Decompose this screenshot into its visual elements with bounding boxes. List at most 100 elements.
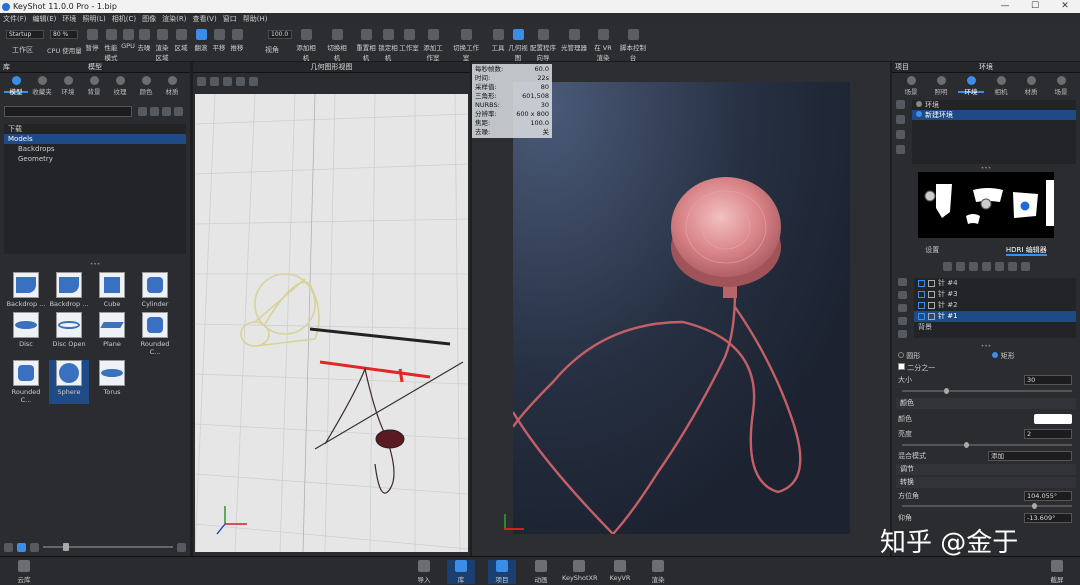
library-tab-5[interactable]: 颜色	[134, 75, 158, 96]
render-region-button[interactable]: 渲染区域	[153, 29, 171, 62]
minimize-button[interactable]: —	[990, 0, 1020, 13]
switch-studio-button[interactable]: 切换工作室	[453, 29, 479, 62]
project-tab-5[interactable]: 场景	[1048, 75, 1074, 96]
tab-settings[interactable]: 设置	[925, 244, 939, 256]
menu-item-1[interactable]: 编辑(E)	[33, 13, 57, 25]
model-thumbnail[interactable]: Disc	[6, 312, 46, 356]
hdri-preview[interactable]	[918, 172, 1054, 238]
pin-item[interactable]: 针 #1	[914, 311, 1076, 322]
camera-icon[interactable]	[210, 77, 219, 86]
add-pin-icon[interactable]	[942, 262, 952, 271]
pin-solo-checkbox[interactable]	[928, 301, 935, 309]
cloud-library-button[interactable]: 云库	[10, 560, 38, 584]
menu-item-8[interactable]: 窗口	[223, 13, 237, 25]
library-search-input[interactable]	[4, 106, 132, 117]
studio-button[interactable]: 工作室	[398, 29, 420, 59]
project-tab-1[interactable]: 照明	[928, 75, 954, 96]
library-tab-1[interactable]: 收藏夹	[30, 75, 54, 96]
library-tab-4[interactable]: 纹理	[108, 75, 132, 96]
refresh-icon[interactable]	[162, 107, 171, 116]
pin-solo-checkbox[interactable]	[928, 290, 935, 298]
pan-button[interactable]: 平移	[211, 29, 227, 59]
vr-render-button[interactable]: 在 VR 渲染	[592, 29, 614, 62]
tree-item[interactable]: Geometry	[4, 154, 186, 164]
config-wizard-button[interactable]: 配置程序向导	[529, 29, 557, 62]
size-input[interactable]: 30	[1024, 375, 1072, 385]
gradient-icon[interactable]	[955, 262, 965, 271]
folder-open-icon[interactable]	[177, 542, 186, 552]
maximize-button[interactable]: ☐	[1020, 0, 1050, 13]
save-icon[interactable]	[1007, 262, 1017, 271]
model-thumbnail[interactable]: Cube	[92, 272, 132, 308]
menu-item-3[interactable]: 照明(L)	[82, 13, 105, 25]
model-thumbnail[interactable]: Backdrop ...	[6, 272, 46, 308]
move-up-icon[interactable]	[898, 291, 907, 299]
edit-icon[interactable]	[994, 262, 1004, 271]
region-button[interactable]: 区域	[173, 29, 189, 59]
fov-input[interactable]: 100.0	[268, 30, 292, 39]
environment-item[interactable]: 环境	[912, 100, 1076, 110]
half-checkbox[interactable]	[898, 363, 905, 370]
menu-item-4[interactable]: 相机(C)	[112, 13, 136, 25]
thumbnail-size-slider[interactable]	[43, 543, 173, 551]
tab-hdri-editor[interactable]: HDRI 编辑器	[1005, 244, 1047, 256]
pause-button[interactable]: 暂停	[84, 29, 100, 59]
model-thumbnail[interactable]: Backdrop ...	[49, 272, 89, 308]
delete-icon[interactable]	[898, 278, 907, 286]
switch-camera-button[interactable]: 切换相机	[326, 29, 348, 62]
library-tab-6[interactable]: 材质	[160, 75, 184, 96]
denoise-button[interactable]: 去噪	[136, 29, 152, 59]
export-icon[interactable]	[1020, 262, 1030, 271]
tree-item[interactable]: 下载	[4, 124, 186, 134]
dolly-button[interactable]: 推移	[229, 29, 245, 59]
library-tab-0[interactable]: 模型	[4, 75, 28, 96]
keyshotxr-button[interactable]: KeyShotXR	[562, 560, 598, 584]
tree-item[interactable]: Backdrops	[4, 144, 186, 154]
project-button[interactable]: 项目	[488, 560, 516, 584]
workspace-select[interactable]: Startup	[6, 30, 44, 39]
environment-item[interactable]: 新建环境	[912, 110, 1076, 120]
lock-camera-button[interactable]: 锁定相机	[378, 29, 398, 62]
geometry-viewport[interactable]	[195, 94, 468, 552]
render-viewport[interactable]	[513, 82, 850, 534]
menu-item-5[interactable]: 图像	[142, 13, 156, 25]
rect-radio[interactable]	[992, 352, 999, 358]
model-thumbnail[interactable]: Disc Open	[49, 312, 89, 356]
model-thumbnail[interactable]: Rounded C...	[6, 360, 46, 404]
menu-item-2[interactable]: 环境	[62, 13, 76, 25]
menu-item-9[interactable]: 帮助(H)	[243, 13, 268, 25]
menu-item-6[interactable]: 渲染(R)	[162, 13, 186, 25]
move-down-icon[interactable]	[898, 304, 907, 312]
library-tab-3[interactable]: 背景	[82, 75, 106, 96]
pin-visible-checkbox[interactable]	[918, 279, 925, 287]
screenshot-button[interactable]: 截屏	[1043, 560, 1071, 584]
delete-icon[interactable]	[896, 145, 905, 154]
pin-visible-checkbox[interactable]	[918, 290, 925, 298]
splitter-handle[interactable]: •••	[0, 262, 190, 268]
copy-icon[interactable]	[896, 130, 905, 139]
menu-item-7[interactable]: 查看(V)	[192, 13, 216, 25]
image-icon[interactable]	[968, 262, 978, 271]
project-tab-4[interactable]: 材质	[1018, 75, 1044, 96]
transform-section-header[interactable]: 转换	[896, 477, 1076, 488]
add-camera-button[interactable]: 添加相机	[296, 29, 316, 62]
reset-camera-button[interactable]: 重置相机	[356, 29, 376, 62]
render-button[interactable]: 渲染	[644, 560, 672, 584]
circle-radio[interactable]	[898, 352, 904, 358]
library-tab-2[interactable]: 环境	[56, 75, 80, 96]
pin-item[interactable]: 针 #4	[914, 278, 1076, 289]
tumble-button[interactable]: 翻滚	[193, 29, 209, 59]
brightness-slider[interactable]	[902, 442, 1072, 448]
project-tab-0[interactable]: 场景	[898, 75, 924, 96]
color-section-header[interactable]: 颜色	[896, 398, 1076, 409]
performance-mode-button[interactable]: 性能模式	[102, 29, 120, 62]
script-console-button[interactable]: 脚本控制台	[620, 29, 646, 62]
brightness-input[interactable]: 2	[1024, 429, 1072, 439]
azimuth-input[interactable]: 104.055°	[1024, 491, 1072, 501]
library-button[interactable]: 库	[447, 560, 475, 584]
model-thumbnail[interactable]: Rounded C...	[135, 312, 175, 356]
model-thumbnail[interactable]: Sphere	[49, 360, 89, 404]
pin-visible-checkbox[interactable]	[918, 301, 925, 309]
project-tab-3[interactable]: 相机	[988, 75, 1014, 96]
settings-icon[interactable]	[174, 107, 183, 116]
